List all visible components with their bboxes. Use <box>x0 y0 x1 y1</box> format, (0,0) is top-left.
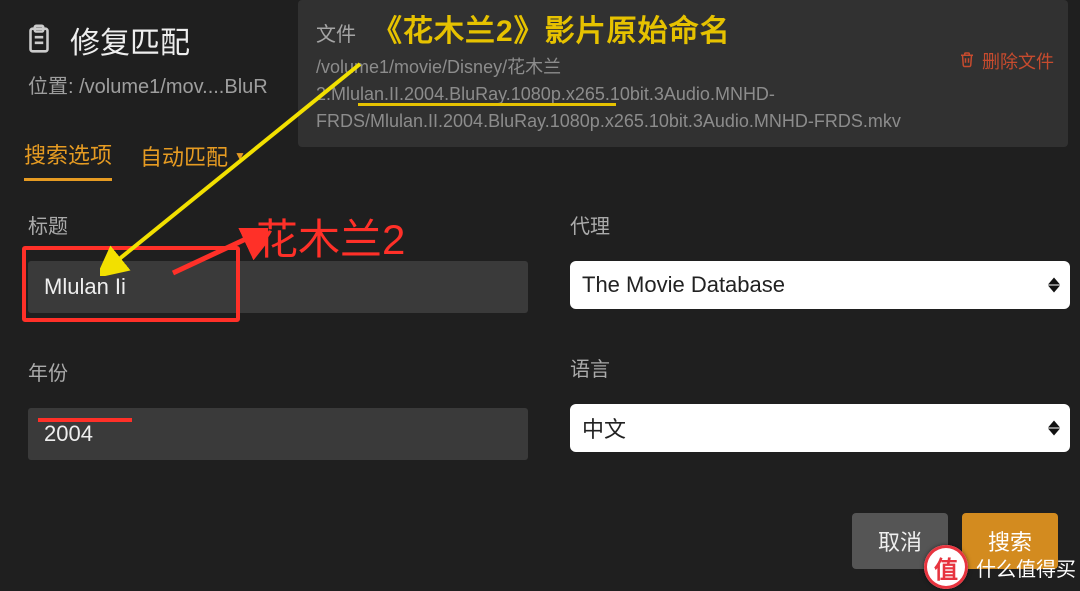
tab-auto-match[interactable]: 自动匹配 ▼ <box>140 140 246 180</box>
cancel-button-label: 取消 <box>878 525 922 557</box>
delete-file-button[interactable]: 删除文件 <box>958 48 1054 74</box>
updown-icon <box>1048 278 1060 293</box>
title-input[interactable] <box>28 261 528 313</box>
location-value: /volume1/mov....BluR <box>79 76 268 98</box>
agent-label: 代理 <box>570 210 1070 239</box>
file-annotation-text: 《花木兰2》影片原始命名 <box>372 6 731 50</box>
caret-down-icon: ▼ <box>234 149 246 163</box>
tab-search-options[interactable]: 搜索选项 <box>24 138 112 181</box>
year-label: 年份 <box>28 357 528 386</box>
clipboard-icon <box>22 23 56 57</box>
location-path: 位置: /volume1/mov....BluR <box>28 70 268 99</box>
delete-file-label: 删除文件 <box>982 48 1054 74</box>
dialog-title: 修复匹配 <box>70 18 190 62</box>
watermark-circle: 值 <box>924 545 968 589</box>
file-info-panel: 文件 《花木兰2》影片原始命名 /volume1/movie/Disney/花木… <box>298 0 1068 147</box>
language-select[interactable]: 中文 <box>570 404 1070 452</box>
language-label: 语言 <box>570 353 1070 382</box>
tab-auto-match-label: 自动匹配 <box>140 140 228 172</box>
watermark: 值 什么值得买 <box>924 545 1076 589</box>
title-label: 标题 <box>28 210 528 239</box>
location-label: 位置: <box>28 76 74 98</box>
trash-icon <box>958 50 976 73</box>
agent-select[interactable]: The Movie Database <box>570 261 1070 309</box>
file-path: /volume1/movie/Disney/花木兰2.Mlulan.II.200… <box>316 54 996 135</box>
agent-value: The Movie Database <box>582 272 785 298</box>
watermark-text: 什么值得买 <box>976 553 1076 582</box>
year-input[interactable] <box>28 408 528 460</box>
tabs-row: 搜索选项 自动匹配 ▼ <box>24 138 246 181</box>
updown-icon <box>1048 421 1060 436</box>
language-value: 中文 <box>582 412 626 444</box>
file-label: 文件 <box>316 18 356 47</box>
